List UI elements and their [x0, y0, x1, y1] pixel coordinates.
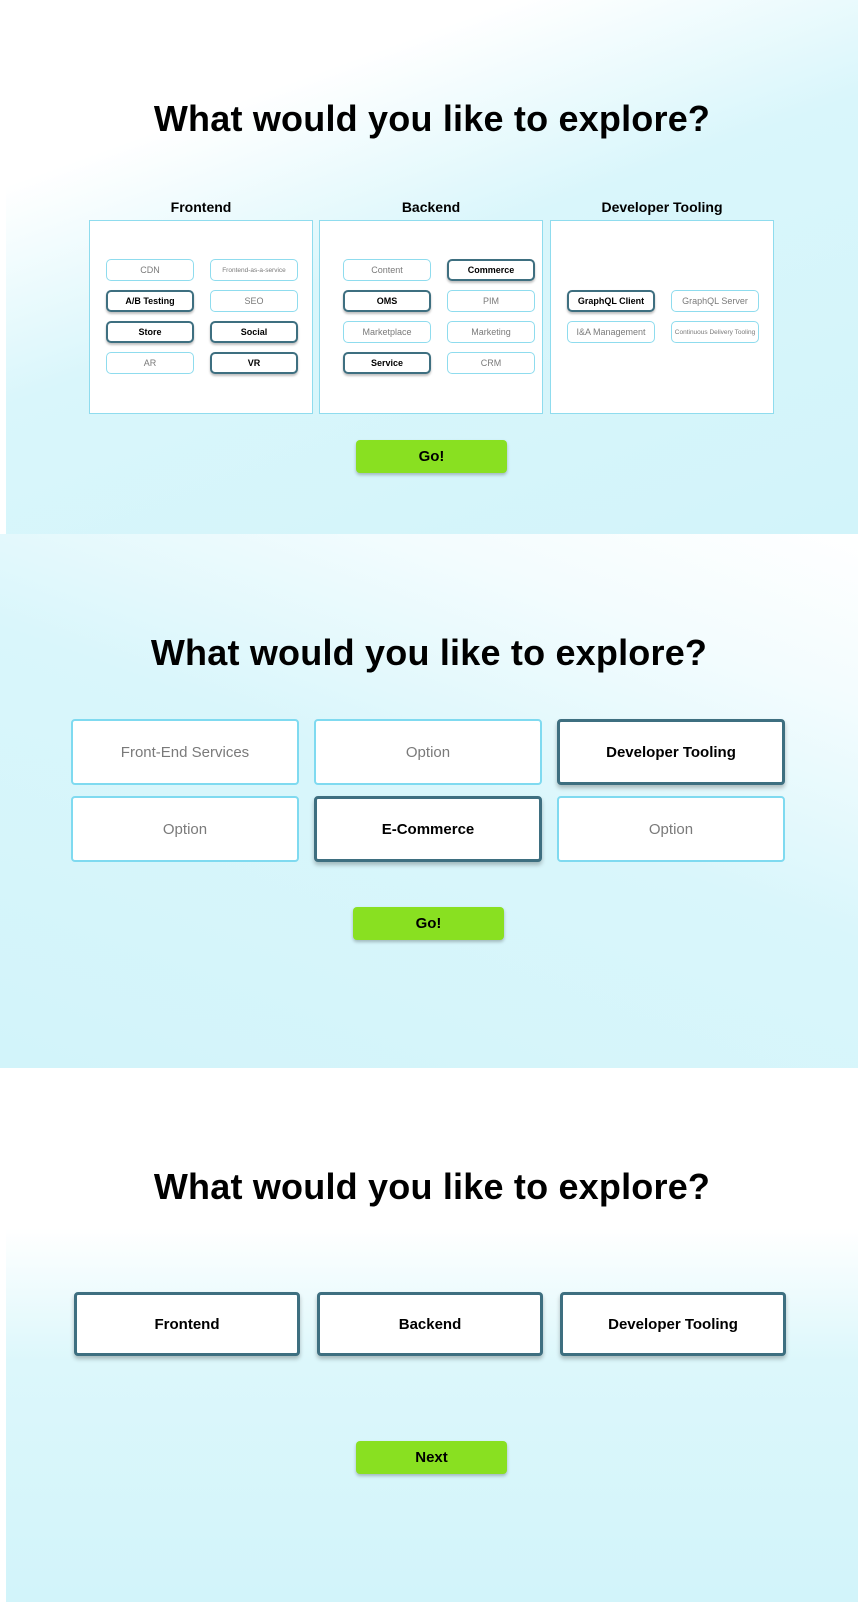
chip-crm[interactable]: CRM: [447, 352, 535, 374]
page-title: What would you like to explore?: [153, 98, 711, 139]
column-title-developer-tooling: Developer Tooling: [601, 199, 723, 215]
chip-continuous-delivery-tooling[interactable]: Continuous Delivery Tooling: [671, 321, 759, 343]
page-title: What would you like to explore?: [153, 1166, 711, 1207]
go-button[interactable]: Go!: [356, 440, 507, 473]
option-placeholder[interactable]: Option: [314, 719, 542, 785]
chip-marketplace[interactable]: Marketplace: [343, 321, 431, 343]
column-title-backend: Backend: [401, 199, 461, 215]
page-title: What would you like to explore?: [150, 632, 708, 673]
chip-ia-management[interactable]: I&A Management: [567, 321, 655, 343]
option-e-commerce[interactable]: E-Commerce: [314, 796, 542, 862]
chip-pim[interactable]: PIM: [447, 290, 535, 312]
explore-panel-options: What would you like to explore? Front-En…: [0, 534, 858, 1068]
category-backend[interactable]: Backend: [317, 1292, 543, 1356]
chip-graphql-server[interactable]: GraphQL Server: [671, 290, 759, 312]
go-button[interactable]: Go!: [353, 907, 504, 940]
explore-panel-detailed: What would you like to explore? Frontend…: [6, 0, 858, 534]
backend-column: Content Commerce OMS PIM Marketplace Mar…: [319, 220, 543, 414]
chip-frontend-as-a-service[interactable]: Frontend-as-a-service: [210, 259, 298, 281]
chip-seo[interactable]: SEO: [210, 290, 298, 312]
chip-ar[interactable]: AR: [106, 352, 194, 374]
chip-service[interactable]: Service: [343, 352, 431, 374]
chip-marketing[interactable]: Marketing: [447, 321, 535, 343]
frontend-column: CDN Frontend-as-a-service A/B Testing SE…: [89, 220, 313, 414]
next-button[interactable]: Next: [356, 1441, 507, 1474]
chip-commerce[interactable]: Commerce: [447, 259, 535, 281]
chip-cdn[interactable]: CDN: [106, 259, 194, 281]
chip-oms[interactable]: OMS: [343, 290, 431, 312]
chip-vr[interactable]: VR: [210, 352, 298, 374]
option-front-end-services[interactable]: Front-End Services: [71, 719, 299, 785]
category-frontend[interactable]: Frontend: [74, 1292, 300, 1356]
option-developer-tooling[interactable]: Developer Tooling: [557, 719, 785, 785]
chip-store[interactable]: Store: [106, 321, 194, 343]
chip-social[interactable]: Social: [210, 321, 298, 343]
option-placeholder[interactable]: Option: [557, 796, 785, 862]
chip-graphql-client[interactable]: GraphQL Client: [567, 290, 655, 312]
explore-panel-categories: What would you like to explore? Frontend…: [6, 1068, 858, 1602]
column-title-frontend: Frontend: [170, 199, 232, 215]
chip-ab-testing[interactable]: A/B Testing: [106, 290, 194, 312]
developer-tooling-column: GraphQL Client GraphQL Server I&A Manage…: [550, 220, 774, 414]
option-placeholder[interactable]: Option: [71, 796, 299, 862]
chip-content[interactable]: Content: [343, 259, 431, 281]
category-developer-tooling[interactable]: Developer Tooling: [560, 1292, 786, 1356]
